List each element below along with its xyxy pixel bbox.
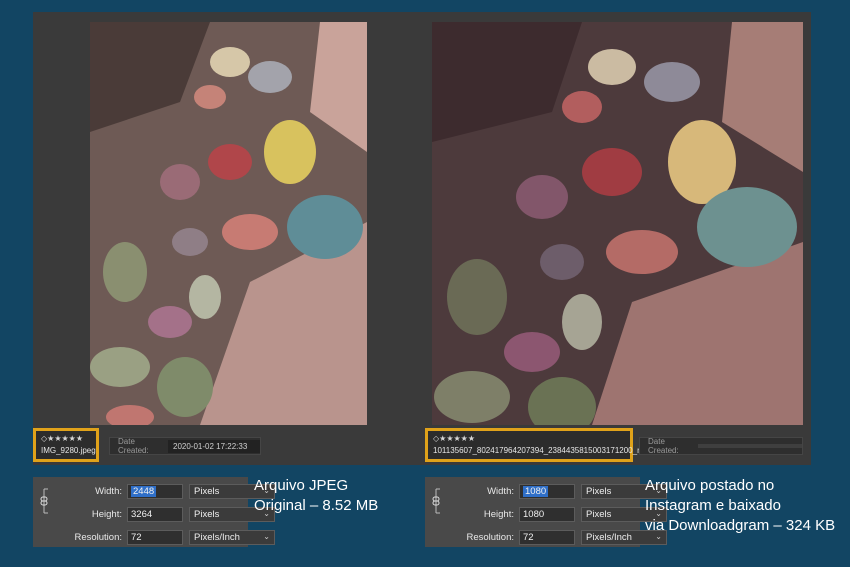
caption-line: Original – 8.52 MB xyxy=(254,497,379,514)
resolution-unit-value: Pixels/Inch xyxy=(586,532,632,543)
resolution-input[interactable]: 72 xyxy=(127,530,183,545)
rating-stars[interactable]: ◇★★★★★ xyxy=(41,434,83,443)
chevron-down-icon: ⌄ xyxy=(263,532,270,541)
resolution-label: Resolution: xyxy=(466,532,514,543)
caption-line: via Downloadgram – 324 KB xyxy=(645,517,836,534)
selected-thumbnail-info[interactable]: ◇★★★★★ 101135607_802417964207394_2384435… xyxy=(425,428,655,462)
resolution-input[interactable]: 72 xyxy=(519,530,575,545)
height-unit-value: Pixels xyxy=(586,509,612,520)
date-created-value: 2020-01-02 17:22:33 xyxy=(168,439,260,453)
height-input[interactable]: 1080 xyxy=(519,507,575,522)
caption-line: Arquivo postado no xyxy=(645,477,775,494)
original-photo[interactable] xyxy=(90,22,367,425)
instagram-file-caption: Arquivo postado no Instagram e baixado v… xyxy=(645,476,835,536)
left-image-panel: ◇★★★★★ IMG_9280.jpeg Date Created: 2020-… xyxy=(33,12,418,465)
resolution-label: Resolution: xyxy=(74,532,122,543)
rating-stars[interactable]: ◇★★★★★ xyxy=(433,434,475,443)
width-unit-value: Pixels xyxy=(586,486,612,497)
resolution-row: Resolution: 72 Pixels/Inch ⌄ xyxy=(33,529,275,546)
date-created-label: Date Created: xyxy=(648,437,679,455)
resolution-row: Resolution: 72 Pixels/Inch ⌄ xyxy=(425,529,667,546)
date-created-field: Date Created: xyxy=(639,437,803,455)
width-value: 1080 xyxy=(523,486,549,497)
selected-thumbnail-info[interactable]: ◇★★★★★ IMG_9280.jpeg xyxy=(33,428,99,462)
filename-label: 101135607_802417964207394_23844358150031… xyxy=(433,446,655,455)
instagram-photo[interactable] xyxy=(432,22,803,425)
image-size-dialog: Width: 2448 Pixels ⌄ Height: 3264 Pixels ⌄… xyxy=(33,477,275,547)
height-row: Height: 3264 Pixels ⌄ xyxy=(33,506,275,523)
width-row: Width: 2448 Pixels ⌄ xyxy=(33,483,275,500)
resolution-unit-value: Pixels/Inch xyxy=(194,532,240,543)
original-file-caption: Arquivo JPEG Original – 8.52 MB xyxy=(254,476,378,516)
filename-label: IMG_9280.jpeg xyxy=(41,446,96,455)
caption-line: Arquivo JPEG xyxy=(254,477,349,494)
date-created-field: Date Created: 2020-01-02 17:22:33 xyxy=(109,437,261,455)
caption-line: Instagram e baixado xyxy=(645,497,781,514)
height-unit-value: Pixels xyxy=(194,509,220,520)
height-input[interactable]: 3264 xyxy=(127,507,183,522)
height-label: Height: xyxy=(91,509,122,520)
width-unit-value: Pixels xyxy=(194,486,220,497)
right-image-panel: ◇★★★★★ 101135607_802417964207394_2384435… xyxy=(418,12,811,465)
width-label: Width: xyxy=(487,486,514,497)
resolution-unit-select[interactable]: Pixels/Inch ⌄ xyxy=(189,530,275,545)
image-size-dialog: Width: 1080 Pixels ⌄ Height: 1080 Pixels ⌄… xyxy=(425,477,667,547)
width-input[interactable]: 1080 xyxy=(519,484,575,499)
date-created-label: Date Created: xyxy=(118,437,149,455)
width-value: 2448 xyxy=(131,486,157,497)
width-row: Width: 1080 Pixels ⌄ xyxy=(425,483,667,500)
height-row: Height: 1080 Pixels ⌄ xyxy=(425,506,667,523)
height-label: Height: xyxy=(483,509,514,520)
width-label: Width: xyxy=(95,486,122,497)
date-created-value xyxy=(698,444,802,448)
width-input[interactable]: 2448 xyxy=(127,484,183,499)
